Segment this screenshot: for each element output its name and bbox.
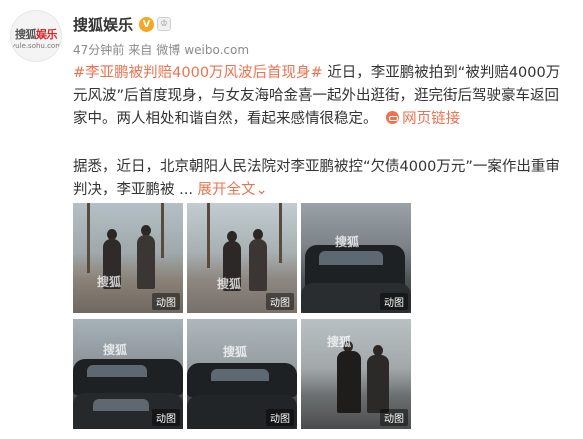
- photo-car: [93, 399, 149, 411]
- photo-thumbnail-3[interactable]: 搜狐 动图: [301, 203, 411, 313]
- chevron-down-icon: ⌄: [255, 182, 268, 198]
- post-body: #李亚鹏被判赔4000万风波后首现身# 近日，李亚鹏被拍到“被判赔4000万元风…: [73, 62, 573, 131]
- expand-label: 展开全文: [197, 182, 256, 198]
- gif-badge: 动图: [380, 293, 408, 310]
- member-crown-icon: ♔: [157, 17, 172, 31]
- photo-figure: [249, 239, 267, 291]
- topic-hashtag[interactable]: #李亚鹏被判赔4000万风波后首现身#: [73, 65, 323, 81]
- gif-badge: 动图: [380, 409, 408, 426]
- avatar[interactable]: 搜狐娱乐 yule.sohu.com: [10, 10, 62, 62]
- photo-figure: [337, 351, 361, 413]
- post-source[interactable]: 微博: [156, 43, 180, 57]
- user-name[interactable]: 搜狐娱乐: [73, 14, 133, 35]
- post-meta: 47分钟前 来自 微博 weibo.com: [73, 41, 253, 58]
- photo-figure: [367, 355, 389, 413]
- photo-watermark: 搜狐: [327, 335, 352, 349]
- avatar-logo-text: 搜狐娱乐: [15, 28, 58, 41]
- gif-badge: 动图: [266, 409, 294, 426]
- photo-watermark: 搜狐: [217, 277, 242, 291]
- gif-badge: 动图: [152, 293, 180, 310]
- photo-car: [211, 369, 269, 381]
- photo-thumbnail-1[interactable]: 搜狐 动图: [73, 203, 183, 313]
- photo-scene: [279, 203, 282, 263]
- link-icon: [386, 111, 400, 124]
- photo-thumbnail-5[interactable]: 搜狐 动图: [187, 319, 297, 429]
- expand-full-text[interactable]: 展开全文⌄: [198, 182, 268, 198]
- web-link[interactable]: 网页链接: [402, 111, 460, 127]
- gif-badge: 动图: [266, 293, 294, 310]
- photo-watermark: 搜狐: [223, 345, 248, 359]
- photo-car: [319, 251, 383, 265]
- post-body-2: 据悉，近日，北京朝阳人民法院对李亚鹏被控“欠债4000万元”一案作出重审判决，李…: [73, 156, 573, 202]
- photo-scene: [87, 203, 90, 273]
- photo-thumbnail-6[interactable]: 搜狐 动图: [301, 319, 411, 429]
- verified-icon: V: [139, 16, 155, 32]
- photo-thumbnail-2[interactable]: 搜狐 动图: [187, 203, 297, 313]
- photo-watermark: 搜狐: [97, 275, 122, 289]
- gif-badge: 动图: [152, 409, 180, 426]
- avatar-domain: yule.sohu.com: [11, 42, 62, 50]
- photo-figure: [137, 235, 155, 289]
- photo-thumbnail-4[interactable]: 搜狐 动图: [73, 319, 183, 429]
- photo-car: [87, 365, 147, 377]
- source-prefix: 来自: [128, 43, 153, 57]
- photo-watermark: 搜狐: [103, 343, 128, 357]
- user-header: 搜狐娱乐 V ♔: [73, 14, 172, 35]
- photo-scene: [161, 203, 164, 258]
- post-time[interactable]: 47分钟前: [73, 43, 124, 57]
- photo-scene: [207, 203, 210, 268]
- photo-watermark: 搜狐: [335, 235, 360, 249]
- post-text-2: 据悉，近日，北京朝阳人民法院对李亚鹏被控“欠债4000万元”一案作出重审判决，李…: [73, 159, 560, 198]
- source-domain: weibo.com: [184, 43, 250, 57]
